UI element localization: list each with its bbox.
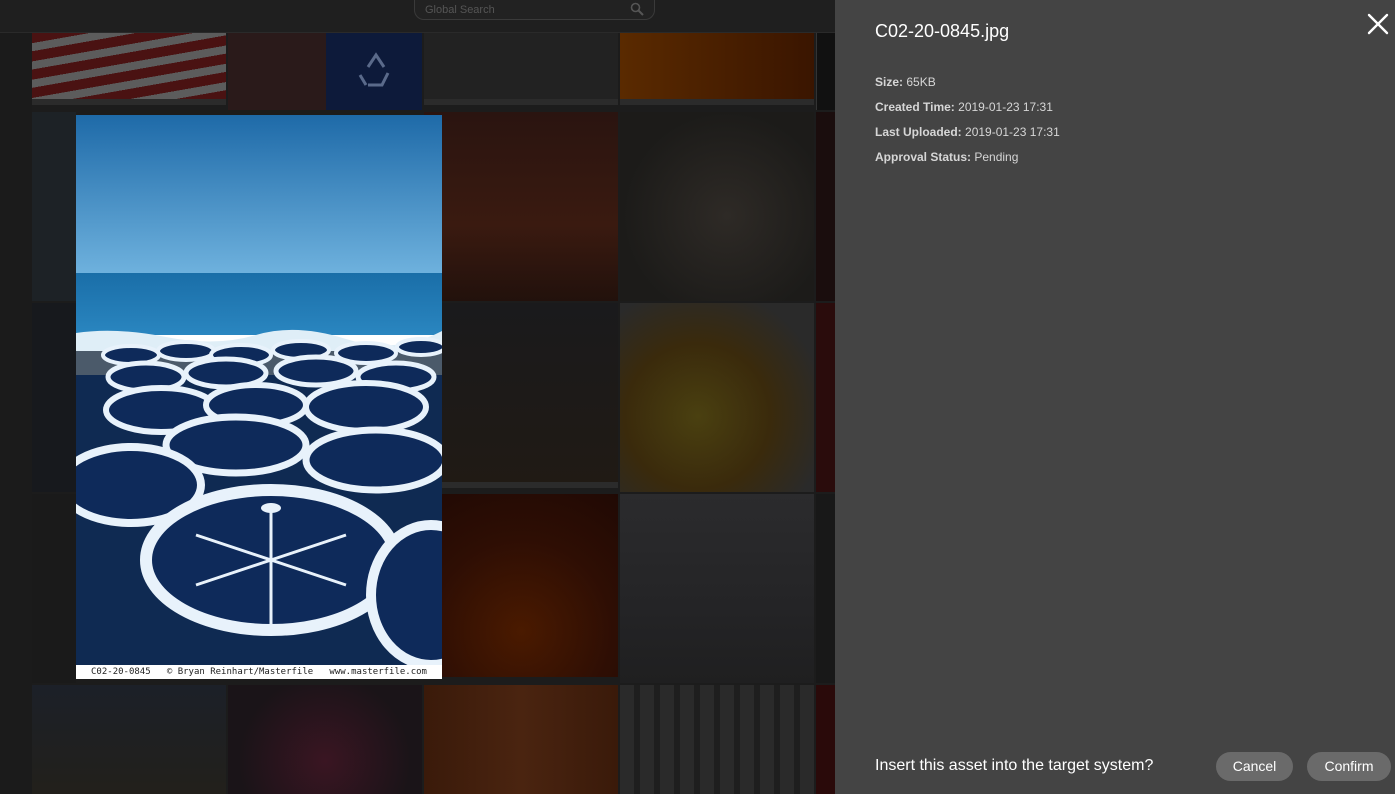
top-bar — [0, 0, 835, 33]
asset-thumbnail[interactable] — [620, 494, 814, 683]
asset-thumbnail[interactable] — [424, 685, 618, 794]
asset-thumbnail[interactable] — [424, 494, 618, 677]
meta-value: 2019-01-23 17:31 — [965, 125, 1060, 139]
meta-approval-status: Approval Status: Pending — [875, 149, 1060, 174]
insert-question: Insert this asset into the target system… — [875, 757, 1154, 774]
search-icon[interactable] — [630, 2, 644, 16]
meta-created-time: Created Time: 2019-01-23 17:31 — [875, 99, 1060, 124]
meta-label: Size: — [875, 75, 904, 89]
close-icon[interactable] — [1366, 12, 1390, 36]
asset-details-panel: C02-20-0845.jpg Size: 65KB Created Time:… — [835, 0, 1395, 794]
meta-value: 65KB — [906, 75, 936, 89]
asset-thumbnail[interactable] — [620, 112, 814, 301]
meta-label: Last Uploaded: — [875, 125, 962, 139]
left-strip — [0, 33, 32, 794]
asset-filename: C02-20-0845.jpg — [875, 21, 1010, 41]
meta-value: 2019-01-23 17:31 — [958, 100, 1053, 114]
asset-metadata: Size: 65KB Created Time: 2019-01-23 17:3… — [875, 74, 1060, 174]
meta-label: Approval Status: — [875, 150, 972, 164]
asset-thumbnail[interactable] — [228, 685, 422, 794]
asset-thumbnail[interactable] — [816, 33, 835, 110]
beach-umbrellas-photo — [76, 115, 442, 665]
asset-thumbnail[interactable] — [424, 112, 618, 301]
asset-thumbnail[interactable] — [228, 33, 422, 110]
meta-value: Pending — [974, 150, 1019, 164]
asset-thumbnail[interactable] — [620, 685, 814, 794]
asset-thumbnail[interactable] — [620, 33, 814, 105]
confirm-button[interactable]: Confirm — [1307, 752, 1391, 781]
asset-thumbnail[interactable] — [424, 303, 618, 488]
global-search-input[interactable] — [425, 2, 625, 18]
recycle-icon — [326, 33, 422, 110]
meta-label: Created Time: — [875, 100, 955, 114]
asset-thumbnail[interactable] — [816, 112, 835, 301]
asset-thumbnail[interactable] — [32, 494, 76, 683]
asset-preview-image: C02-20-0845 © Bryan Reinhart/Masterfile … — [76, 115, 442, 679]
asset-thumbnail[interactable] — [816, 685, 835, 794]
asset-thumbnail[interactable] — [32, 112, 76, 301]
global-search[interactable] — [414, 0, 655, 20]
asset-thumbnail[interactable] — [816, 303, 835, 492]
asset-thumbnail[interactable] — [424, 33, 618, 105]
asset-browser-background: C02-20-0845 © Bryan Reinhart/Masterfile … — [0, 0, 835, 794]
asset-thumbnail[interactable] — [620, 303, 814, 492]
asset-thumbnail[interactable] — [32, 303, 76, 492]
preview-caption: C02-20-0845 © Bryan Reinhart/Masterfile … — [76, 665, 442, 679]
asset-thumbnail[interactable] — [816, 494, 835, 683]
meta-size: Size: 65KB — [875, 74, 1060, 99]
asset-thumbnail[interactable] — [32, 685, 226, 794]
cancel-button[interactable]: Cancel — [1216, 752, 1293, 781]
asset-thumbnail[interactable] — [32, 33, 226, 105]
meta-last-uploaded: Last Uploaded: 2019-01-23 17:31 — [875, 124, 1060, 149]
